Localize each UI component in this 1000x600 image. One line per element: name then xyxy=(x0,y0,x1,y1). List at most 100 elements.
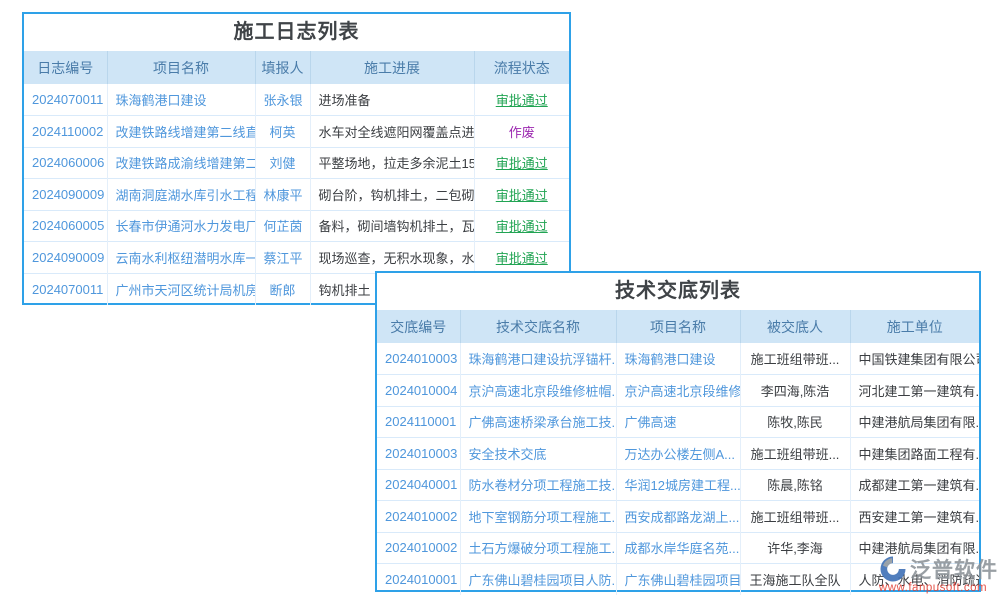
tech-disclosure-header: 交底编号技术交底名称项目名称被交底人施工单位 xyxy=(377,310,979,343)
construction-log-title: 施工日志列表 xyxy=(24,14,569,51)
table-row: 2024010004京沪高速北京段维修桩帽...京沪高速北京段维修李四海,陈浩河… xyxy=(377,375,979,407)
cell-name[interactable]: 地下室钢筋分项工程施工... xyxy=(469,510,617,525)
cell-name[interactable]: 广东佛山碧桂园项目人防... xyxy=(469,573,617,588)
cell-receiver: 李四海,陈浩 xyxy=(761,384,830,399)
cell-project[interactable]: 成都水岸华庭名苑... xyxy=(625,541,740,556)
cell-unit: 中建港航局集团有限... xyxy=(859,415,980,430)
cell-status[interactable]: 审批通过 xyxy=(496,219,548,234)
cell-id[interactable]: 2024010003 xyxy=(385,351,457,366)
table-row: 2024090009云南水利枢纽潜明水库一...蔡江平现场巡查，无积水现象，水.… xyxy=(24,242,569,274)
cell-reporter[interactable]: 刘健 xyxy=(269,156,295,171)
cell-id[interactable]: 2024010003 xyxy=(385,446,457,461)
construction-log-table: 日志编号项目名称填报人施工进展流程状态 2024070011 珠海鹤港口建设 张永银… xyxy=(24,51,569,305)
cell-id[interactable]: 2024010004 xyxy=(385,383,457,398)
cell-id[interactable]: 2024010002 xyxy=(385,509,457,524)
cell-id[interactable]: 2024070011 xyxy=(32,282,103,297)
cell-project[interactable]: 西安成都路龙湖上... xyxy=(625,510,740,525)
cell-reporter[interactable]: 断郎 xyxy=(269,283,295,298)
table-row: 2024110002 改建铁路线增建第二线直... 柯英 水车对全线遮阳网覆盖点进..… xyxy=(24,116,569,148)
cell-receiver: 陈晨,陈铭 xyxy=(767,478,823,493)
cell-project[interactable]: 改建铁路线增建第二线直... xyxy=(116,125,256,140)
cell-id[interactable]: 2024090009 xyxy=(32,250,104,265)
cell-id[interactable]: 2024060006 xyxy=(32,155,104,170)
table-row: 2024040001 防水卷材分项工程施工技... 华润12城房建工程... 陈晨,陈… xyxy=(377,469,979,501)
cell-reporter[interactable]: 张永银 xyxy=(264,93,303,108)
cell-progress: 砌台阶，钩机排土，二包砌... xyxy=(319,188,475,203)
cell-receiver: 许华,李海 xyxy=(767,541,823,556)
cell-unit: 中国铁建集团有限公司 xyxy=(859,352,980,367)
cell-receiver: 陈牧,陈民 xyxy=(767,415,823,430)
tech-disclosure-table: 交底编号技术交底名称项目名称被交底人施工单位 2024010003 珠海鹤港口建设… xyxy=(377,310,979,595)
column-header-project: 项目名称 xyxy=(107,51,255,84)
tech-disclosure-title: 技术交底列表 xyxy=(377,273,979,310)
table-row: 2024060006 改建铁路成渝线增建第二... 刘健 平整场地，拉走多余泥土15.… xyxy=(24,147,569,179)
column-header-name: 技术交底名称 xyxy=(460,310,616,343)
cell-progress: 钩机排土 xyxy=(319,283,371,298)
table-row: 2024110001 广佛高速桥梁承台施工技... 广佛高速 陈牧,陈民 中建港航局集团… xyxy=(377,406,979,438)
cell-unit: 成都建工第一建筑有... xyxy=(859,478,980,493)
cell-name[interactable]: 京沪高速北京段维修桩帽... xyxy=(469,384,617,399)
cell-name[interactable]: 安全技术交底 xyxy=(469,447,547,462)
cell-reporter[interactable]: 林康平 xyxy=(264,188,303,203)
column-header-receiver: 被交底人 xyxy=(740,310,850,343)
cell-project[interactable]: 广东佛山碧桂园项目 xyxy=(625,573,741,588)
table-row: 2024010003珠海鹤港口建设抗浮锚杆...珠海鹤港口建设施工班组带班...… xyxy=(377,343,979,375)
construction-log-panel: 施工日志列表 日志编号项目名称填报人施工进展流程状态 2024070011 珠海鹤… xyxy=(22,12,571,305)
cell-name[interactable]: 防水卷材分项工程施工技... xyxy=(469,478,617,493)
cell-progress: 备料，砌间墙钩机排土，瓦... xyxy=(319,219,475,234)
cell-id[interactable]: 2024070011 xyxy=(32,92,103,107)
cell-id[interactable]: 2024090009 xyxy=(32,187,104,202)
column-header-progress: 施工进展 xyxy=(310,51,474,84)
column-header-project: 项目名称 xyxy=(616,310,740,343)
cell-project[interactable]: 广州市天河区统计局机房... xyxy=(116,283,256,298)
cell-status[interactable]: 审批通过 xyxy=(496,93,548,108)
cell-project[interactable]: 云南水利枢纽潜明水库一... xyxy=(116,251,256,266)
cell-id[interactable]: 2024010002 xyxy=(385,540,457,555)
cell-receiver: 施工班组带班... xyxy=(751,510,840,525)
cell-unit: 中建港航局集团有限... xyxy=(859,541,980,556)
cell-name[interactable]: 珠海鹤港口建设抗浮锚杆... xyxy=(469,352,617,367)
cell-id[interactable]: 2024010001 xyxy=(385,572,457,587)
cell-progress: 水车对全线遮阳网覆盖点进... xyxy=(319,125,475,140)
cell-id[interactable]: 2024110002 xyxy=(32,124,103,139)
cell-reporter[interactable]: 何芷茵 xyxy=(264,219,303,234)
cell-project[interactable]: 珠海鹤港口建设 xyxy=(625,352,716,367)
cell-project[interactable]: 长春市伊通河水力发电厂... xyxy=(116,219,256,234)
cell-project[interactable]: 湖南洞庭湖水库引水工程... xyxy=(116,188,256,203)
cell-reporter[interactable]: 柯英 xyxy=(269,125,295,140)
cell-id[interactable]: 2024060005 xyxy=(32,218,104,233)
cell-project[interactable]: 京沪高速北京段维修 xyxy=(625,384,741,399)
cell-unit: 中建集团路面工程有... xyxy=(859,447,980,462)
cell-receiver: 王海施工队全队 xyxy=(749,573,840,588)
table-row: 2024090009 湖南洞庭湖水库引水工程... 林康平 砌台阶，钩机排土，二包砌.… xyxy=(24,179,569,211)
table-row: 2024060005 长春市伊通河水力发电厂... 何芷茵 备料，砌间墙钩机排土，瓦.… xyxy=(24,210,569,242)
cell-progress: 进场准备 xyxy=(319,93,371,108)
cell-reporter[interactable]: 蔡江平 xyxy=(264,251,303,266)
cell-status[interactable]: 审批通过 xyxy=(496,156,548,171)
cell-unit: 西安建工第一建筑有... xyxy=(859,510,980,525)
cell-name[interactable]: 广佛高速桥梁承台施工技... xyxy=(469,415,617,430)
column-header-status: 流程状态 xyxy=(474,51,569,84)
cell-unit: 人防、水电、消防疏通 xyxy=(859,573,980,588)
cell-project[interactable]: 万达办公楼左侧A... xyxy=(625,447,736,462)
cell-project[interactable]: 广佛高速 xyxy=(625,415,677,430)
cell-project[interactable]: 华润12城房建工程... xyxy=(625,478,741,493)
tech-disclosure-panel: 技术交底列表 交底编号技术交底名称项目名称被交底人施工单位 2024010003… xyxy=(375,271,981,592)
table-row: 2024010001 广东佛山碧桂园项目人防... 广东佛山碧桂园项目王海施工队全队… xyxy=(377,564,979,596)
cell-project[interactable]: 改建铁路成渝线增建第二... xyxy=(116,156,256,171)
cell-progress: 平整场地，拉走多余泥土15... xyxy=(319,156,475,171)
column-header-reporter: 填报人 xyxy=(255,51,310,84)
cell-id[interactable]: 2024040001 xyxy=(385,477,457,492)
cell-status[interactable]: 作废 xyxy=(509,125,535,140)
table-row: 2024070011 珠海鹤港口建设 张永银 进场准备 审批通过 xyxy=(24,84,569,116)
cell-receiver: 施工班组带班... xyxy=(751,447,840,462)
construction-log-header: 日志编号项目名称填报人施工进展流程状态 xyxy=(24,51,569,84)
cell-name[interactable]: 土石方爆破分项工程施工... xyxy=(469,541,617,556)
cell-status[interactable]: 审批通过 xyxy=(496,251,548,266)
table-row: 2024010002 地下室钢筋分项工程施工... 西安成都路龙湖上... 施工班组带… xyxy=(377,501,979,533)
cell-project[interactable]: 珠海鹤港口建设 xyxy=(116,93,207,108)
column-header-id: 交底编号 xyxy=(377,310,460,343)
column-header-unit: 施工单位 xyxy=(850,310,979,343)
cell-status[interactable]: 审批通过 xyxy=(496,188,548,203)
cell-id[interactable]: 2024110001 xyxy=(385,414,456,429)
